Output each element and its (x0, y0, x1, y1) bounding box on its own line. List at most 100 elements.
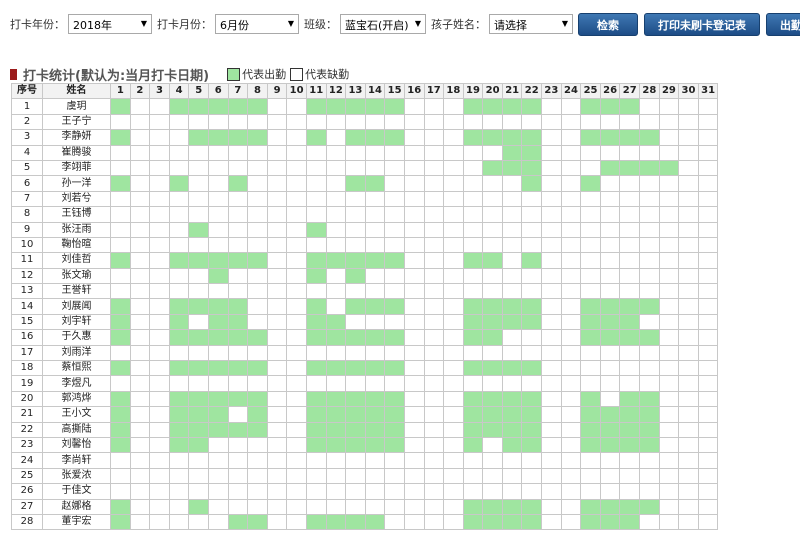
attendance-cell-absent (207, 483, 229, 500)
attendance-cell-absent (541, 252, 562, 269)
attendance-cell-present (619, 129, 641, 146)
attendance-cell-present (325, 329, 347, 346)
day-header: 2 (129, 82, 151, 100)
attendance-cell-absent (541, 206, 562, 223)
attendance-cell-absent (403, 375, 425, 392)
attendance-cell-present (658, 159, 680, 177)
print-unswiped-register-button[interactable]: 打印未刷卡登记表 (644, 12, 760, 36)
attendance-cell-absent (462, 221, 484, 238)
year-select[interactable]: 2018年 ▼ (68, 14, 152, 34)
child-name: 李静妍 (42, 129, 111, 146)
legend-present-label: 代表出勤 (242, 68, 287, 81)
attendance-cell-absent (325, 190, 347, 208)
attendance-cell-absent (129, 113, 151, 131)
attendance-cell-absent (658, 513, 680, 531)
attendance-cell-absent (286, 452, 307, 469)
attendance-cell-absent (560, 360, 582, 377)
month-select[interactable]: 6月份 ▼ (215, 14, 299, 34)
attendance-cell-absent (580, 252, 601, 269)
attendance-cell-present (521, 129, 543, 146)
attendance-cell-present (247, 129, 268, 146)
child-name: 刘雨洋 (42, 344, 111, 362)
attendance-cell-absent (129, 452, 151, 469)
attendance-cell-absent (149, 390, 170, 408)
attendance-cell-absent (247, 159, 268, 177)
attendance-cell-present (501, 406, 523, 423)
attendance-cell-absent (129, 129, 151, 146)
attendance-cell-absent (678, 252, 699, 269)
attendance-cell-absent (658, 406, 680, 423)
attendance-cell-absent (580, 483, 601, 500)
table-row: 8 王钰博 (11, 206, 719, 223)
attendance-cell-absent (325, 144, 347, 161)
attendance-cell-absent (129, 329, 151, 346)
attendance-cell-present (305, 436, 327, 454)
table-row: 24 李尚轩 (11, 452, 719, 469)
attendance-cell-absent (658, 236, 680, 254)
attendance-cell-absent (247, 113, 268, 131)
attendance-cell-absent (266, 421, 288, 438)
class-select[interactable]: 蓝宝石(开启) ▼ (340, 14, 426, 34)
child-select[interactable]: 请选择 ▼ (489, 14, 573, 34)
attendance-cell-present (227, 129, 249, 146)
attendance-cell-absent (188, 236, 209, 254)
attendance-cell-present (619, 406, 641, 423)
table-row: 28 董宇宏 (11, 513, 719, 531)
attendance-cell-present (462, 390, 484, 408)
search-button[interactable]: 检索 (578, 12, 638, 36)
attendance-cell-present (247, 98, 268, 115)
row-index: 2 (11, 113, 43, 131)
attendance-cell-absent (658, 129, 680, 146)
attendance-cell-absent (619, 267, 641, 285)
attendance-cell-absent (247, 375, 268, 392)
attendance-cell-present (168, 436, 190, 454)
attendance-cell-absent (129, 483, 151, 500)
attendance-cell-present (305, 329, 327, 346)
attendance-cell-absent (423, 344, 445, 362)
attendance-cell-absent (619, 190, 641, 208)
attendance-cell-absent (403, 344, 425, 362)
attendance-cell-present (619, 498, 641, 515)
attendance-cell-absent (168, 129, 190, 146)
attendance-cell-absent (129, 513, 151, 531)
attendance-cell-absent (188, 467, 209, 485)
attendance-cell-absent (658, 283, 680, 300)
attendance-cell-absent (325, 175, 347, 192)
attendance-cell-absent (149, 113, 170, 131)
attendance-register-button[interactable]: 出勤登 (766, 12, 800, 36)
attendance-cell-absent (129, 467, 151, 485)
day-header: 24 (560, 82, 582, 100)
attendance-cell-present (384, 406, 405, 423)
attendance-cell-present (501, 98, 523, 115)
attendance-cell-present (599, 129, 621, 146)
row-index: 21 (11, 406, 43, 423)
attendance-cell-absent (129, 206, 151, 223)
attendance-cell-absent (462, 452, 484, 469)
attendance-cell-absent (384, 283, 405, 300)
attendance-cell-present (345, 329, 366, 346)
attendance-cell-absent (501, 452, 523, 469)
attendance-cell-absent (168, 206, 190, 223)
attendance-cell-absent (443, 421, 464, 438)
attendance-cell-present (462, 421, 484, 438)
attendance-cell-absent (501, 344, 523, 362)
attendance-cell-absent (658, 390, 680, 408)
table-row: 1 虞玥 (11, 98, 719, 115)
attendance-cell-absent (325, 375, 347, 392)
attendance-cell-absent (188, 283, 209, 300)
attendance-cell-absent (403, 267, 425, 285)
month-select-value: 6月份 (220, 19, 249, 32)
attendance-cell-absent (364, 113, 386, 131)
attendance-cell-absent (129, 360, 151, 377)
row-index: 22 (11, 421, 43, 438)
attendance-cell-present (580, 406, 601, 423)
attendance-cell-absent (110, 221, 131, 238)
attendance-cell-absent (678, 236, 699, 254)
attendance-cell-absent (560, 344, 582, 362)
attendance-cell-absent (384, 175, 405, 192)
table-row: 11 刘佳哲 (11, 252, 719, 269)
attendance-cell-absent (110, 344, 131, 362)
attendance-cell-absent (560, 206, 582, 223)
attendance-cell-absent (501, 206, 523, 223)
attendance-cell-absent (266, 329, 288, 346)
